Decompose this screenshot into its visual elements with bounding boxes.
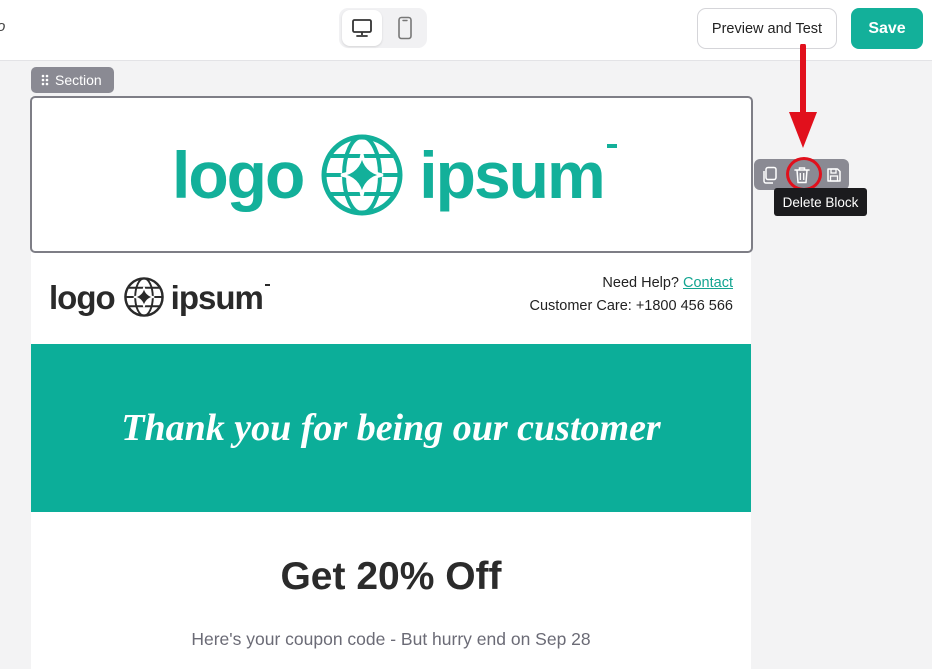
- copy-icon: [762, 166, 777, 184]
- globe-icon: [123, 277, 164, 317]
- logo-word-left: logo: [172, 138, 305, 212]
- desktop-view-button[interactable]: [342, 10, 382, 46]
- section-label: Section: [55, 72, 102, 88]
- help-prefix: Need Help?: [602, 275, 679, 291]
- brand-logo-small: logo ipsum: [49, 275, 270, 319]
- truncated-title: o: [0, 18, 5, 35]
- help-contact: Need Help? Contact Customer Care: +1800 …: [529, 272, 733, 318]
- customer-care-text: Customer Care: +1800 456 566: [529, 298, 733, 314]
- device-toggle: [339, 8, 427, 48]
- annotation-arrow: [789, 44, 817, 148]
- save-icon: [826, 167, 841, 182]
- email-header[interactable]: logo ipsum Need Help? Contact Customer C…: [31, 255, 751, 344]
- mobile-icon: [398, 16, 412, 40]
- save-button[interactable]: Save: [851, 8, 923, 49]
- logo-word-right: ipsum: [419, 138, 605, 212]
- globe-icon: [321, 134, 403, 216]
- logo-small-word-right: ipsum: [170, 278, 264, 316]
- delete-block-tooltip: Delete Block: [774, 188, 867, 216]
- banner-heading: Thank you for being our customer: [121, 407, 661, 449]
- selected-logo-block[interactable]: logo ipsum: [30, 96, 753, 253]
- preview-and-test-button[interactable]: Preview and Test: [697, 8, 837, 49]
- section-handle[interactable]: Section: [31, 67, 114, 93]
- delete-highlight-ring: [786, 157, 822, 191]
- contact-link[interactable]: Contact: [683, 275, 733, 291]
- brand-logo-large: logo ipsum: [172, 130, 617, 220]
- coupon-description: Here's your coupon code - But hurry end …: [191, 629, 591, 649]
- drag-handle-icon: [41, 74, 49, 86]
- save-block-button[interactable]: [818, 159, 849, 190]
- duplicate-block-button[interactable]: [754, 159, 785, 190]
- logo-mark-dash: [606, 144, 617, 148]
- thank-you-banner[interactable]: Thank you for being our customer: [31, 344, 751, 512]
- offer-heading: Get 20% Off: [280, 555, 502, 598]
- desktop-icon: [352, 19, 372, 37]
- mobile-view-button[interactable]: [385, 10, 425, 46]
- logo-small-mark-dash: [264, 284, 270, 286]
- logo-small-word-left: logo: [49, 278, 116, 316]
